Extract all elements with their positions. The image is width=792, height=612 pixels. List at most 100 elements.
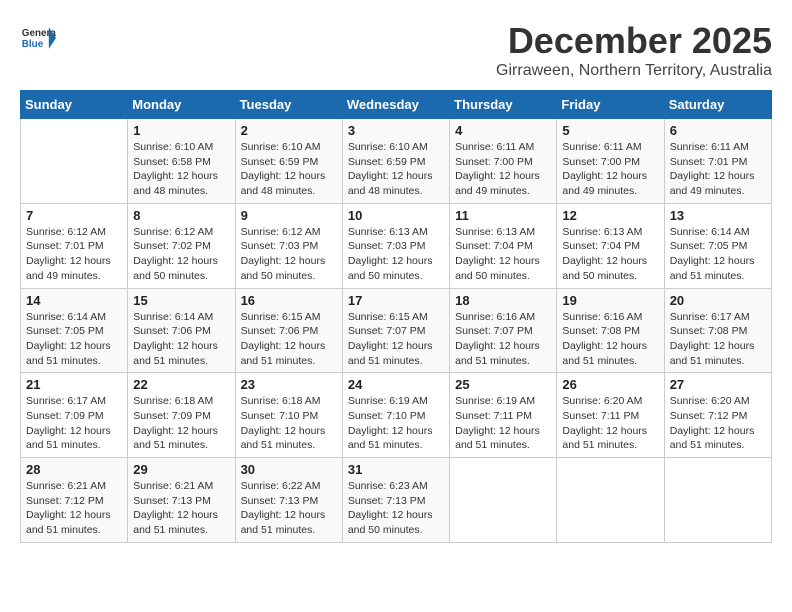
day-info: Sunrise: 6:14 AMSunset: 7:05 PMDaylight:… — [26, 310, 122, 369]
calendar-cell: 23 Sunrise: 6:18 AMSunset: 7:10 PMDayligh… — [235, 373, 342, 458]
calendar-cell: 30 Sunrise: 6:22 AMSunset: 7:13 PMDayligh… — [235, 458, 342, 543]
calendar-cell: 12 Sunrise: 6:13 AMSunset: 7:04 PMDayligh… — [557, 203, 664, 288]
calendar-table: SundayMondayTuesdayWednesdayThursdayFrid… — [20, 90, 772, 543]
day-info: Sunrise: 6:20 AMSunset: 7:11 PMDaylight:… — [562, 394, 658, 453]
day-number: 2 — [241, 123, 337, 138]
header-row: SundayMondayTuesdayWednesdayThursdayFrid… — [21, 91, 772, 119]
calendar-cell: 7Sunrise: 6:12 AMSunset: 7:01 PMDaylight… — [21, 203, 128, 288]
day-info: Sunrise: 6:15 AMSunset: 7:06 PMDaylight:… — [241, 310, 337, 369]
day-info: Sunrise: 6:17 AMSunset: 7:09 PMDaylight:… — [26, 394, 122, 453]
calendar-cell — [450, 458, 557, 543]
day-info: Sunrise: 6:21 AMSunset: 7:13 PMDaylight:… — [133, 479, 229, 538]
calendar-week-4: 21 Sunrise: 6:17 AMSunset: 7:09 PMDayligh… — [21, 373, 772, 458]
day-number: 28 — [26, 462, 122, 477]
day-number: 13 — [670, 208, 766, 223]
subtitle: Girraween, Northern Territory, Australia — [496, 62, 772, 80]
day-info: Sunrise: 6:11 AMSunset: 7:01 PMDaylight:… — [670, 140, 766, 199]
day-number: 9 — [241, 208, 337, 223]
day-info: Sunrise: 6:22 AMSunset: 7:13 PMDaylight:… — [241, 479, 337, 538]
day-info: Sunrise: 6:18 AMSunset: 7:10 PMDaylight:… — [241, 394, 337, 453]
day-number: 12 — [562, 208, 658, 223]
day-info: Sunrise: 6:21 AMSunset: 7:12 PMDaylight:… — [26, 479, 122, 538]
day-number: 10 — [348, 208, 444, 223]
calendar-cell: 16Sunrise: 6:15 AMSunset: 7:06 PMDayligh… — [235, 288, 342, 373]
day-number: 6 — [670, 123, 766, 138]
day-number: 22 — [133, 377, 229, 392]
calendar-cell: 15 Sunrise: 6:14 AMSunset: 7:06 PMDayligh… — [128, 288, 235, 373]
calendar-cell: 19 Sunrise: 6:16 AMSunset: 7:08 PMDayligh… — [557, 288, 664, 373]
day-number: 31 — [348, 462, 444, 477]
day-info: Sunrise: 6:16 AMSunset: 7:08 PMDaylight:… — [562, 310, 658, 369]
calendar-cell: 10 Sunrise: 6:13 AMSunset: 7:03 PMDayligh… — [342, 203, 449, 288]
calendar-cell: 31Sunrise: 6:23 AMSunset: 7:13 PMDayligh… — [342, 458, 449, 543]
day-number: 29 — [133, 462, 229, 477]
day-number: 5 — [562, 123, 658, 138]
day-info: Sunrise: 6:18 AMSunset: 7:09 PMDaylight:… — [133, 394, 229, 453]
day-info: Sunrise: 6:15 AMSunset: 7:07 PMDaylight:… — [348, 310, 444, 369]
column-header-saturday: Saturday — [664, 91, 771, 119]
calendar-cell: 13 Sunrise: 6:14 AMSunset: 7:05 PMDayligh… — [664, 203, 771, 288]
day-number: 8 — [133, 208, 229, 223]
day-info: Sunrise: 6:13 AMSunset: 7:04 PMDaylight:… — [455, 225, 551, 284]
day-info: Sunrise: 6:17 AMSunset: 7:08 PMDaylight:… — [670, 310, 766, 369]
calendar-cell: 11 Sunrise: 6:13 AMSunset: 7:04 PMDayligh… — [450, 203, 557, 288]
day-info: Sunrise: 6:10 AMSunset: 6:58 PMDaylight:… — [133, 140, 229, 199]
calendar-cell: 21 Sunrise: 6:17 AMSunset: 7:09 PMDayligh… — [21, 373, 128, 458]
day-number: 24 — [348, 377, 444, 392]
day-number: 17 — [348, 293, 444, 308]
calendar-cell: 28 Sunrise: 6:21 AMSunset: 7:12 PMDayligh… — [21, 458, 128, 543]
calendar-cell: 20Sunrise: 6:17 AMSunset: 7:08 PMDayligh… — [664, 288, 771, 373]
day-info: Sunrise: 6:12 AMSunset: 7:02 PMDaylight:… — [133, 225, 229, 284]
day-info: Sunrise: 6:16 AMSunset: 7:07 PMDaylight:… — [455, 310, 551, 369]
day-number: 27 — [670, 377, 766, 392]
day-info: Sunrise: 6:19 AMSunset: 7:10 PMDaylight:… — [348, 394, 444, 453]
title-area: December 2025 Girraween, Northern Territ… — [496, 20, 772, 80]
calendar-week-3: 14Sunrise: 6:14 AMSunset: 7:05 PMDayligh… — [21, 288, 772, 373]
calendar-cell: 2 Sunrise: 6:10 AMSunset: 6:59 PMDaylight… — [235, 119, 342, 204]
logo-icon: General Blue — [20, 20, 56, 56]
calendar-cell: 4 Sunrise: 6:11 AMSunset: 7:00 PMDaylight… — [450, 119, 557, 204]
day-info: Sunrise: 6:14 AMSunset: 7:05 PMDaylight:… — [670, 225, 766, 284]
day-info: Sunrise: 6:11 AMSunset: 7:00 PMDaylight:… — [455, 140, 551, 199]
day-number: 23 — [241, 377, 337, 392]
day-info: Sunrise: 6:10 AMSunset: 6:59 PMDaylight:… — [241, 140, 337, 199]
calendar-cell: 24 Sunrise: 6:19 AMSunset: 7:10 PMDayligh… — [342, 373, 449, 458]
calendar-cell: 26 Sunrise: 6:20 AMSunset: 7:11 PMDayligh… — [557, 373, 664, 458]
column-header-monday: Monday — [128, 91, 235, 119]
logo: General Blue — [20, 20, 56, 56]
calendar-cell: 25 Sunrise: 6:19 AMSunset: 7:11 PMDayligh… — [450, 373, 557, 458]
column-header-friday: Friday — [557, 91, 664, 119]
header: General Blue December 2025 Girraween, No… — [20, 20, 772, 80]
day-number: 25 — [455, 377, 551, 392]
column-header-tuesday: Tuesday — [235, 91, 342, 119]
calendar-cell: 18 Sunrise: 6:16 AMSunset: 7:07 PMDayligh… — [450, 288, 557, 373]
day-info: Sunrise: 6:13 AMSunset: 7:03 PMDaylight:… — [348, 225, 444, 284]
calendar-week-2: 7Sunrise: 6:12 AMSunset: 7:01 PMDaylight… — [21, 203, 772, 288]
day-number: 30 — [241, 462, 337, 477]
month-title: December 2025 — [496, 20, 772, 62]
calendar-cell: 17 Sunrise: 6:15 AMSunset: 7:07 PMDayligh… — [342, 288, 449, 373]
day-number: 18 — [455, 293, 551, 308]
calendar-cell: 9Sunrise: 6:12 AMSunset: 7:03 PMDaylight… — [235, 203, 342, 288]
day-info: Sunrise: 6:13 AMSunset: 7:04 PMDaylight:… — [562, 225, 658, 284]
day-number: 26 — [562, 377, 658, 392]
day-info: Sunrise: 6:19 AMSunset: 7:11 PMDaylight:… — [455, 394, 551, 453]
day-number: 15 — [133, 293, 229, 308]
day-info: Sunrise: 6:14 AMSunset: 7:06 PMDaylight:… — [133, 310, 229, 369]
day-number: 21 — [26, 377, 122, 392]
svg-text:Blue: Blue — [22, 39, 44, 50]
calendar-cell: 27 Sunrise: 6:20 AMSunset: 7:12 PMDayligh… — [664, 373, 771, 458]
calendar-cell — [557, 458, 664, 543]
calendar-week-5: 28 Sunrise: 6:21 AMSunset: 7:12 PMDayligh… — [21, 458, 772, 543]
column-header-sunday: Sunday — [21, 91, 128, 119]
calendar-cell: 29 Sunrise: 6:21 AMSunset: 7:13 PMDayligh… — [128, 458, 235, 543]
day-number: 11 — [455, 208, 551, 223]
day-number: 3 — [348, 123, 444, 138]
day-info: Sunrise: 6:12 AMSunset: 7:01 PMDaylight:… — [26, 225, 122, 284]
day-info: Sunrise: 6:11 AMSunset: 7:00 PMDaylight:… — [562, 140, 658, 199]
day-info: Sunrise: 6:20 AMSunset: 7:12 PMDaylight:… — [670, 394, 766, 453]
day-number: 4 — [455, 123, 551, 138]
calendar-cell: 14Sunrise: 6:14 AMSunset: 7:05 PMDayligh… — [21, 288, 128, 373]
column-header-thursday: Thursday — [450, 91, 557, 119]
day-number: 19 — [562, 293, 658, 308]
